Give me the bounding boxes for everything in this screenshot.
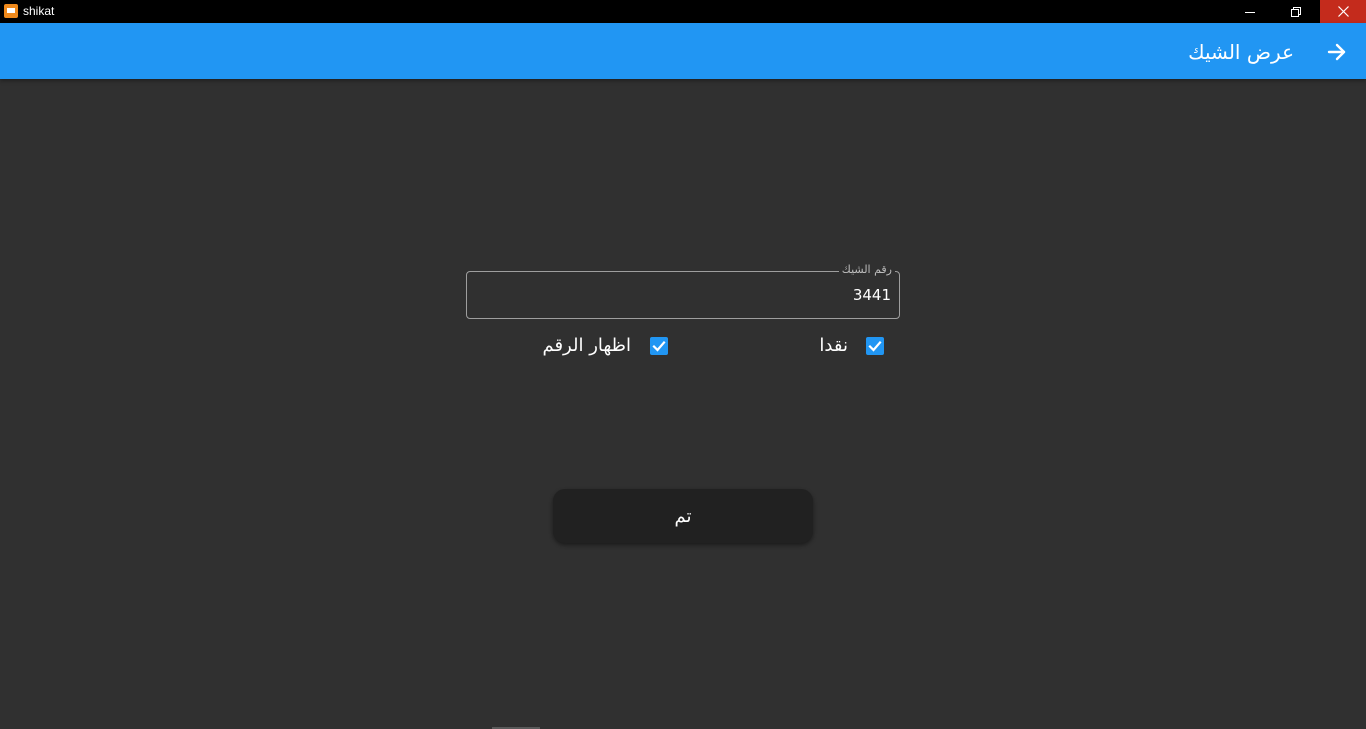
cash-checkbox[interactable] [866,337,884,355]
page-title: عرض الشيك [1188,40,1294,64]
minimize-icon [1245,11,1255,13]
check-number-value[interactable]: 3441 [853,285,891,305]
checkmark-icon [868,340,882,352]
arrow-forward-icon [1327,43,1346,61]
window-titlebar: shikat [0,0,1366,23]
check-number-label: رقم الشيك [838,263,895,277]
show-number-checkbox[interactable] [650,337,668,355]
done-button[interactable]: تم [553,489,813,543]
minimize-button[interactable] [1227,0,1273,23]
restore-button[interactable] [1273,0,1319,23]
cash-label: نقدا [819,335,848,356]
app-bar: عرض الشيك [0,23,1366,79]
app-window-icon [4,4,18,18]
window-title: shikat [23,4,55,18]
check-number-field[interactable]: رقم الشيك 3441 [466,263,900,319]
checkmark-icon [652,340,666,352]
show-number-label: اظهار الرقم [542,335,631,356]
restore-icon [1291,6,1301,17]
close-button[interactable] [1320,0,1366,23]
back-button[interactable] [1322,37,1352,67]
close-icon [1337,6,1349,17]
